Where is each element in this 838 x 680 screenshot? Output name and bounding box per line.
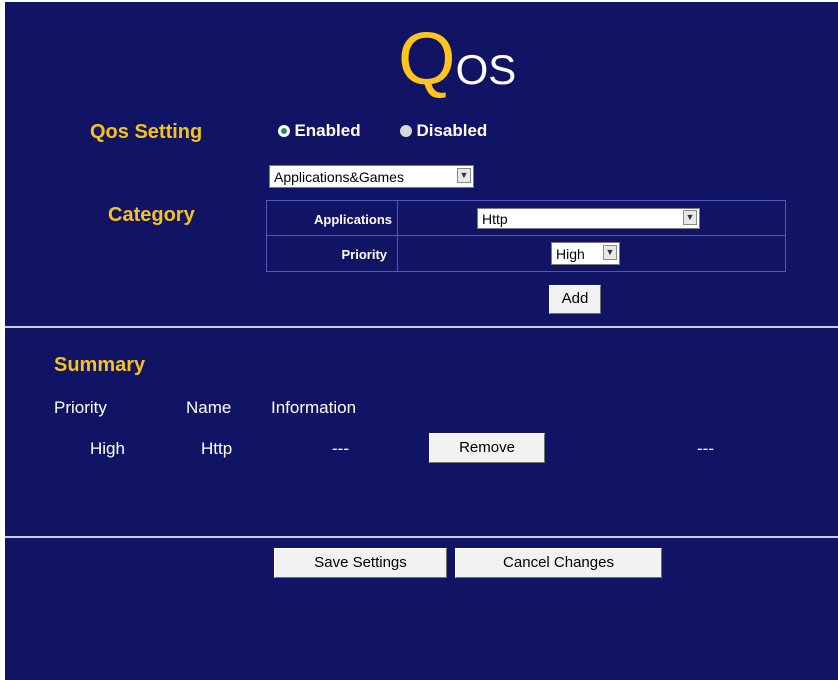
radio-disabled-label: Disabled — [416, 121, 488, 140]
page-title-initial: Q — [398, 17, 456, 100]
summary-row-priority: High — [90, 439, 125, 458]
summary-row-information: --- — [332, 439, 349, 458]
summary-header-priority: Priority — [54, 398, 107, 417]
applications-select[interactable]: Http ▼ — [477, 208, 700, 229]
radio-enabled[interactable] — [278, 125, 290, 137]
radio-disabled[interactable] — [400, 125, 412, 137]
summary-header-name: Name — [186, 398, 232, 417]
category-label: Category — [108, 204, 195, 226]
priority-label: Priority — [341, 247, 387, 262]
applications-label: Applications — [313, 212, 392, 227]
applications-value: Http — [482, 211, 508, 227]
save-settings-button[interactable]: Save Settings — [274, 548, 447, 578]
category-type-select[interactable]: Applications&Games ▼ — [269, 165, 474, 188]
radio-enabled-label: Enabled — [294, 121, 361, 140]
add-button[interactable]: Add — [549, 285, 601, 314]
category-type-value: Applications&Games — [274, 169, 404, 185]
qos-setting-label: Qos Setting — [90, 121, 203, 143]
cancel-changes-button[interactable]: Cancel Changes — [455, 548, 662, 578]
page-title: QOS — [398, 22, 516, 96]
qos-panel: QOS Qos Setting Enabled Disabled Applica… — [5, 2, 838, 680]
page-title-rest: OS — [455, 46, 517, 93]
chevron-down-icon[interactable]: ▼ — [603, 245, 617, 260]
chevron-down-icon[interactable]: ▼ — [457, 168, 471, 183]
divider-top — [5, 326, 838, 328]
chevron-down-icon[interactable]: ▼ — [683, 210, 697, 225]
priority-value: High — [556, 246, 585, 262]
qos-enabled-option[interactable]: Enabled — [278, 121, 361, 141]
divider-bottom — [5, 536, 838, 538]
summary-header-information: Information — [271, 398, 357, 417]
priority-select[interactable]: High ▼ — [551, 242, 620, 265]
summary-row-name: Http — [201, 439, 233, 458]
remove-button[interactable]: Remove — [429, 433, 545, 463]
summary-row-extra: --- — [697, 439, 714, 458]
summary-title: Summary — [54, 354, 146, 376]
qos-disabled-option[interactable]: Disabled — [400, 121, 487, 141]
